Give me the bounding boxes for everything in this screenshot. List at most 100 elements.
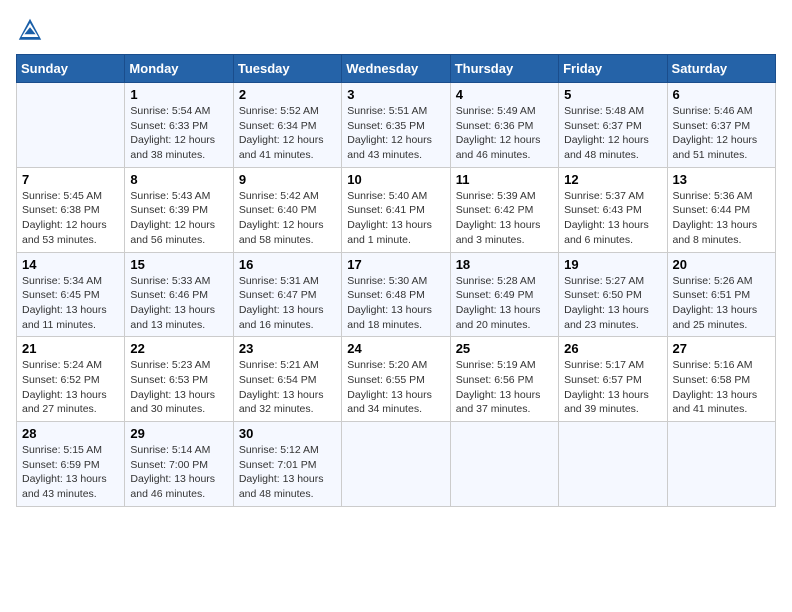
calendar-cell xyxy=(559,422,667,507)
day-number: 13 xyxy=(673,172,770,187)
day-info: Sunrise: 5:14 AM Sunset: 7:00 PM Dayligh… xyxy=(130,443,227,502)
day-info: Sunrise: 5:19 AM Sunset: 6:56 PM Dayligh… xyxy=(456,358,553,417)
calendar-cell: 8 Sunrise: 5:43 AM Sunset: 6:39 PM Daylig… xyxy=(125,167,233,252)
day-number: 2 xyxy=(239,87,336,102)
calendar-cell: 14 Sunrise: 5:34 AM Sunset: 6:45 PM Dayli… xyxy=(17,252,125,337)
day-info: Sunrise: 5:54 AM Sunset: 6:33 PM Dayligh… xyxy=(130,104,227,163)
calendar-week-row: 14 Sunrise: 5:34 AM Sunset: 6:45 PM Dayli… xyxy=(17,252,776,337)
calendar-cell: 29 Sunrise: 5:14 AM Sunset: 7:00 PM Dayli… xyxy=(125,422,233,507)
calendar-cell xyxy=(450,422,558,507)
day-info: Sunrise: 5:40 AM Sunset: 6:41 PM Dayligh… xyxy=(347,189,444,248)
calendar-cell: 23Sunrise: 5:21 AM Sunset: 6:54 PM Dayli… xyxy=(233,337,341,422)
day-info: Sunrise: 5:46 AM Sunset: 6:37 PM Dayligh… xyxy=(673,104,770,163)
calendar-cell xyxy=(17,83,125,168)
day-info: Sunrise: 5:36 AM Sunset: 6:44 PM Dayligh… xyxy=(673,189,770,248)
calendar-week-row: 21 Sunrise: 5:24 AM Sunset: 6:52 PM Dayli… xyxy=(17,337,776,422)
day-number: 8 xyxy=(130,172,227,187)
calendar-cell: 16 Sunrise: 5:31 AM Sunset: 6:47 PM Dayli… xyxy=(233,252,341,337)
day-info: Sunrise: 5:28 AM Sunset: 6:49 PM Dayligh… xyxy=(456,274,553,333)
day-number: 29 xyxy=(130,426,227,441)
calendar-cell: 12 Sunrise: 5:37 AM Sunset: 6:43 PM Dayli… xyxy=(559,167,667,252)
day-number: 3 xyxy=(347,87,444,102)
day-number: 15 xyxy=(130,257,227,272)
day-number: 18 xyxy=(456,257,553,272)
calendar-week-row: 28 Sunrise: 5:15 AM Sunset: 6:59 PM Dayli… xyxy=(17,422,776,507)
calendar-cell: 27Sunrise: 5:16 AM Sunset: 6:58 PM Dayli… xyxy=(667,337,775,422)
calendar-cell: 28 Sunrise: 5:15 AM Sunset: 6:59 PM Dayli… xyxy=(17,422,125,507)
day-number: 12 xyxy=(564,172,661,187)
day-number: 5 xyxy=(564,87,661,102)
calendar-cell: 3 Sunrise: 5:51 AM Sunset: 6:35 PM Daylig… xyxy=(342,83,450,168)
day-info: Sunrise: 5:52 AM Sunset: 6:34 PM Dayligh… xyxy=(239,104,336,163)
day-of-week-header: Saturday xyxy=(667,55,775,83)
day-number: 11 xyxy=(456,172,553,187)
calendar-cell: 6 Sunrise: 5:46 AM Sunset: 6:37 PM Daylig… xyxy=(667,83,775,168)
day-info: Sunrise: 5:26 AM Sunset: 6:51 PM Dayligh… xyxy=(673,274,770,333)
calendar-cell xyxy=(667,422,775,507)
day-info: Sunrise: 5:15 AM Sunset: 6:59 PM Dayligh… xyxy=(22,443,119,502)
calendar-cell: 22Sunrise: 5:23 AM Sunset: 6:53 PM Dayli… xyxy=(125,337,233,422)
calendar-cell: 1Sunrise: 5:54 AM Sunset: 6:33 PM Daylig… xyxy=(125,83,233,168)
day-number: 9 xyxy=(239,172,336,187)
day-info: Sunrise: 5:33 AM Sunset: 6:46 PM Dayligh… xyxy=(130,274,227,333)
day-number: 6 xyxy=(673,87,770,102)
calendar-cell: 19 Sunrise: 5:27 AM Sunset: 6:50 PM Dayli… xyxy=(559,252,667,337)
day-info: Sunrise: 5:51 AM Sunset: 6:35 PM Dayligh… xyxy=(347,104,444,163)
calendar-cell: 5 Sunrise: 5:48 AM Sunset: 6:37 PM Daylig… xyxy=(559,83,667,168)
calendar-body: 1Sunrise: 5:54 AM Sunset: 6:33 PM Daylig… xyxy=(17,83,776,507)
day-number: 4 xyxy=(456,87,553,102)
calendar-cell: 7 Sunrise: 5:45 AM Sunset: 6:38 PM Daylig… xyxy=(17,167,125,252)
day-number: 19 xyxy=(564,257,661,272)
day-of-week-header: Sunday xyxy=(17,55,125,83)
day-info: Sunrise: 5:21 AM Sunset: 6:54 PM Dayligh… xyxy=(239,358,336,417)
day-number: 20 xyxy=(673,257,770,272)
day-info: Sunrise: 5:37 AM Sunset: 6:43 PM Dayligh… xyxy=(564,189,661,248)
day-info: Sunrise: 5:30 AM Sunset: 6:48 PM Dayligh… xyxy=(347,274,444,333)
day-number: 17 xyxy=(347,257,444,272)
calendar-cell xyxy=(342,422,450,507)
day-info: Sunrise: 5:17 AM Sunset: 6:57 PM Dayligh… xyxy=(564,358,661,417)
day-number: 25 xyxy=(456,341,553,356)
day-number: 7 xyxy=(22,172,119,187)
calendar-cell: 2 Sunrise: 5:52 AM Sunset: 6:34 PM Daylig… xyxy=(233,83,341,168)
day-number: 22 xyxy=(130,341,227,356)
day-number: 24 xyxy=(347,341,444,356)
day-number: 14 xyxy=(22,257,119,272)
day-info: Sunrise: 5:39 AM Sunset: 6:42 PM Dayligh… xyxy=(456,189,553,248)
day-of-week-header: Wednesday xyxy=(342,55,450,83)
calendar-cell: 11 Sunrise: 5:39 AM Sunset: 6:42 PM Dayli… xyxy=(450,167,558,252)
day-info: Sunrise: 5:27 AM Sunset: 6:50 PM Dayligh… xyxy=(564,274,661,333)
day-info: Sunrise: 5:42 AM Sunset: 6:40 PM Dayligh… xyxy=(239,189,336,248)
days-of-week-row: SundayMondayTuesdayWednesdayThursdayFrid… xyxy=(17,55,776,83)
day-number: 26 xyxy=(564,341,661,356)
calendar-cell: 26 Sunrise: 5:17 AM Sunset: 6:57 PM Dayli… xyxy=(559,337,667,422)
day-info: Sunrise: 5:48 AM Sunset: 6:37 PM Dayligh… xyxy=(564,104,661,163)
day-info: Sunrise: 5:31 AM Sunset: 6:47 PM Dayligh… xyxy=(239,274,336,333)
calendar-cell: 24 Sunrise: 5:20 AM Sunset: 6:55 PM Dayli… xyxy=(342,337,450,422)
day-number: 21 xyxy=(22,341,119,356)
day-info: Sunrise: 5:49 AM Sunset: 6:36 PM Dayligh… xyxy=(456,104,553,163)
day-info: Sunrise: 5:12 AM Sunset: 7:01 PM Dayligh… xyxy=(239,443,336,502)
day-info: Sunrise: 5:43 AM Sunset: 6:39 PM Dayligh… xyxy=(130,189,227,248)
day-of-week-header: Friday xyxy=(559,55,667,83)
calendar-table: SundayMondayTuesdayWednesdayThursdayFrid… xyxy=(16,54,776,507)
logo-icon xyxy=(16,16,44,44)
calendar-cell: 4 Sunrise: 5:49 AM Sunset: 6:36 PM Daylig… xyxy=(450,83,558,168)
day-info: Sunrise: 5:16 AM Sunset: 6:58 PM Dayligh… xyxy=(673,358,770,417)
day-info: Sunrise: 5:20 AM Sunset: 6:55 PM Dayligh… xyxy=(347,358,444,417)
day-info: Sunrise: 5:45 AM Sunset: 6:38 PM Dayligh… xyxy=(22,189,119,248)
calendar-cell: 21 Sunrise: 5:24 AM Sunset: 6:52 PM Dayli… xyxy=(17,337,125,422)
day-number: 28 xyxy=(22,426,119,441)
page-header xyxy=(16,16,776,44)
day-number: 30 xyxy=(239,426,336,441)
calendar-cell: 10Sunrise: 5:40 AM Sunset: 6:41 PM Dayli… xyxy=(342,167,450,252)
calendar-cell: 15 Sunrise: 5:33 AM Sunset: 6:46 PM Dayli… xyxy=(125,252,233,337)
day-of-week-header: Monday xyxy=(125,55,233,83)
calendar-header: SundayMondayTuesdayWednesdayThursdayFrid… xyxy=(17,55,776,83)
calendar-cell: 13 Sunrise: 5:36 AM Sunset: 6:44 PM Dayli… xyxy=(667,167,775,252)
calendar-cell: 17 Sunrise: 5:30 AM Sunset: 6:48 PM Dayli… xyxy=(342,252,450,337)
day-info: Sunrise: 5:34 AM Sunset: 6:45 PM Dayligh… xyxy=(22,274,119,333)
day-info: Sunrise: 5:24 AM Sunset: 6:52 PM Dayligh… xyxy=(22,358,119,417)
page-container: SundayMondayTuesdayWednesdayThursdayFrid… xyxy=(16,16,776,507)
day-number: 16 xyxy=(239,257,336,272)
